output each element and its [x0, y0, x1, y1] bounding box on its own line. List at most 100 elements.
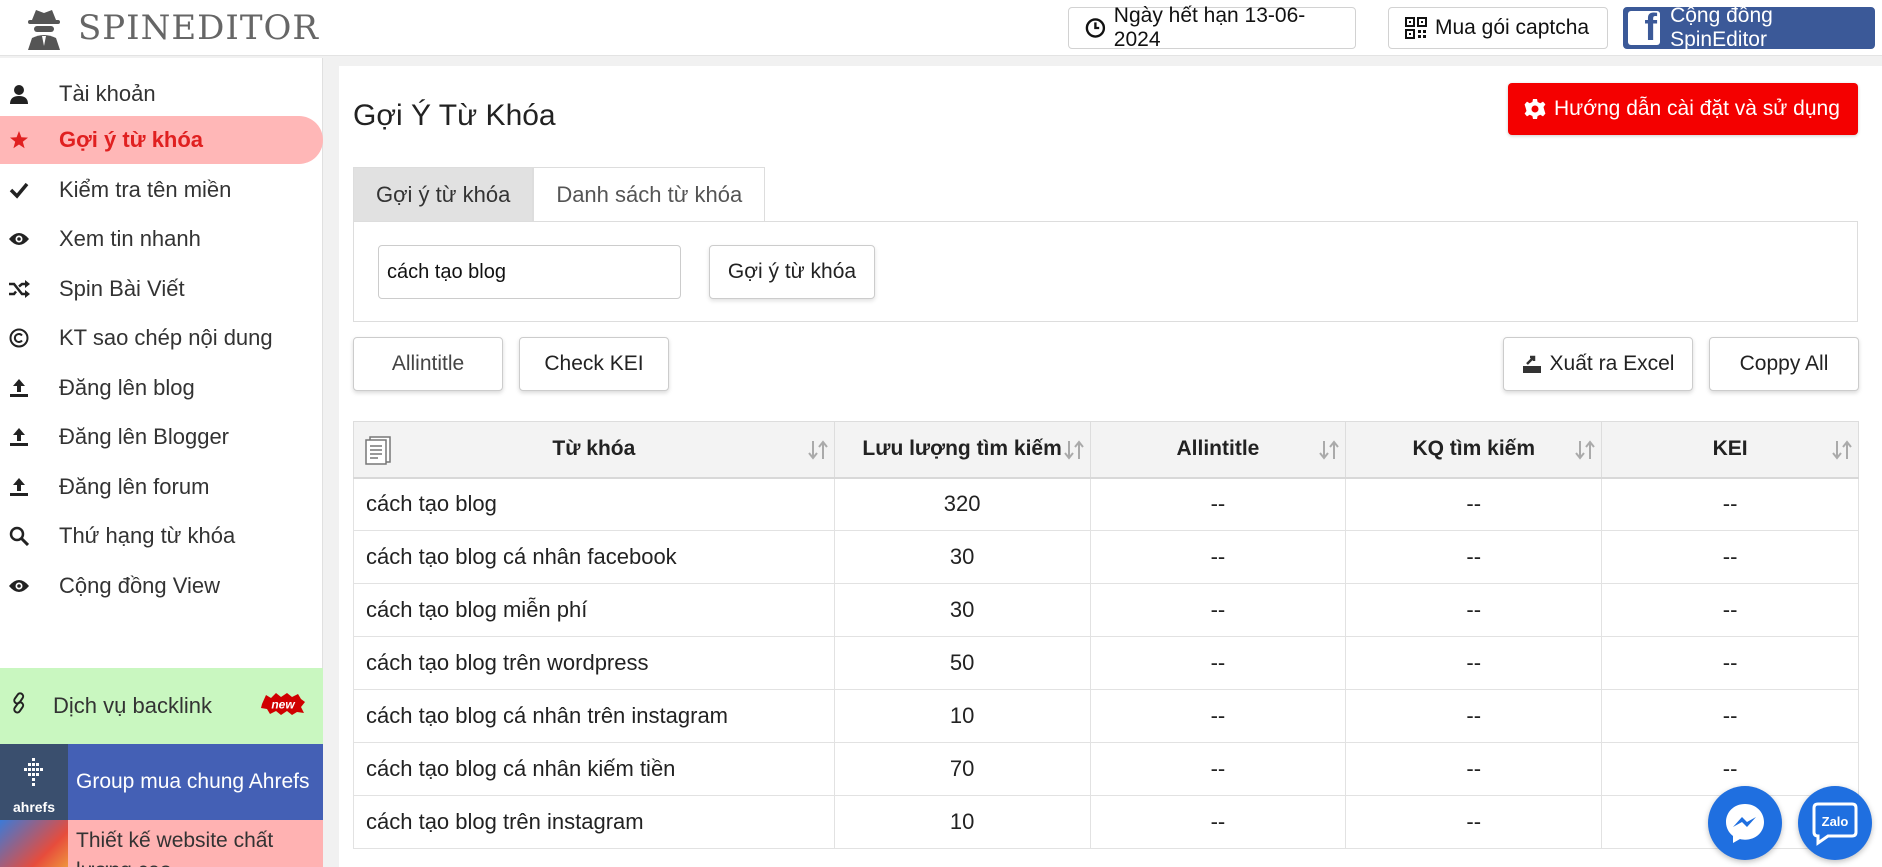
check-kei-button[interactable]: Check KEI: [519, 337, 669, 391]
facebook-icon: f: [1628, 11, 1661, 45]
cell-kei: --: [1601, 689, 1859, 743]
upload-icon: [8, 426, 30, 448]
svg-text:new: new: [271, 698, 295, 712]
table-header-row: Từ khóa Lưu lượng tìm kiếm Allintitle KQ…: [353, 421, 1859, 479]
sidebar-item-quick-news[interactable]: Xem tin nhanh: [0, 215, 323, 263]
cell-kei: --: [1601, 636, 1859, 690]
cell-keyword: cách tạo blog miễn phí: [353, 583, 835, 637]
main-panel: Gợi Ý Từ Khóa Hướng dẫn cài đặt và sử dụ…: [339, 66, 1882, 867]
tab-keyword-suggest[interactable]: Gợi ý từ khóa: [353, 167, 534, 221]
expire-date-button[interactable]: Ngày hết hạn 13-06-2024: [1068, 4, 1356, 51]
table-row[interactable]: cách tạo blog trên instagram10------: [353, 795, 1859, 849]
ahrefs-group-banner[interactable]: ahrefs Group mua chung Ahrefs: [0, 744, 323, 820]
zalo-chat-button[interactable]: Zalo: [1798, 786, 1872, 860]
suggest-keyword-button[interactable]: Gợi ý từ khóa: [709, 245, 875, 299]
community-button[interactable]: f Cộng đồng SpinEditor: [1623, 4, 1875, 51]
cell-keyword: cách tạo blog trên instagram: [353, 795, 835, 849]
keyword-input[interactable]: [378, 245, 681, 299]
table-row[interactable]: cách tạo blog cá nhân kiếm tiền 70 -- -- --: [353, 742, 1859, 796]
brand-name: SPINEDITOR: [78, 8, 320, 48]
table-row[interactable]: cách tạo blog cá nhân trên instagram 10 --…: [353, 689, 1859, 743]
sidebar-item-post-forum[interactable]: Đăng lên forum: [0, 463, 323, 511]
cell-allintitle: --: [1089, 795, 1347, 849]
sort-icon[interactable]: [1063, 439, 1084, 461]
cell-keyword: cách tạo blog cá nhân trên instagram: [353, 689, 835, 743]
tab-keyword-list[interactable]: Danh sách từ khóa: [533, 167, 766, 221]
copy-all-button[interactable]: Coppy All: [1709, 337, 1859, 391]
sidebar-item-account[interactable]: Tài khoản: [0, 70, 323, 118]
sort-icon[interactable]: [1575, 439, 1595, 461]
cell-search-results: --: [1345, 636, 1603, 690]
cell-keyword: cách tạo blog cá nhân facebook: [353, 530, 835, 584]
sort-icon[interactable]: [1832, 439, 1852, 461]
column-header-search-volume[interactable]: Lưu lượng tìm kiếm: [833, 421, 1091, 479]
column-header-kei[interactable]: KEI: [1601, 421, 1859, 479]
clock-icon: [1085, 18, 1106, 38]
ahrefs-logo: ahrefs: [0, 744, 68, 820]
cell-search-results: --: [1345, 583, 1603, 637]
export-excel-label: Xuất ra Excel: [1549, 352, 1675, 375]
svg-text:ahrefs: ahrefs: [13, 799, 55, 815]
table-row[interactable]: cách tạo blog cá nhân facebook 30 -- -- --: [353, 530, 1859, 584]
website-design-banner[interactable]: Thiết kế website chất lượng cao: [0, 820, 323, 867]
cell-allintitle: --: [1089, 530, 1347, 584]
sidebar-item-keyword-rank[interactable]: Thứ hạng từ khóa: [0, 512, 323, 560]
cell-search-volume: 10: [833, 795, 1091, 849]
column-header-allintitle[interactable]: Allintitle: [1089, 421, 1347, 479]
sidebar-item-spin-article[interactable]: Spin Bài Viết: [0, 265, 323, 313]
keyword-table: Từ khóa Lưu lượng tìm kiếm Allintitle KQ…: [353, 421, 1859, 849]
cell-keyword: cách tạo blog: [353, 477, 835, 531]
sidebar-item-label: Tài khoản: [59, 81, 156, 106]
cell-search-volume: 30: [833, 530, 1091, 584]
table-body: cách tạo blog 320 -- -- -- cách tạo blog cá n…: [353, 477, 1859, 849]
sort-icon[interactable]: [1319, 439, 1340, 461]
sidebar-item-label: Đăng lên blog: [59, 375, 195, 400]
cell-search-volume: 320: [833, 477, 1091, 531]
table-row[interactable]: cách tạo blog 320 -- -- --: [353, 477, 1859, 531]
table-row[interactable]: cách tạo blog trên wordpress 50 -- -- --: [353, 636, 1859, 690]
column-header-keyword[interactable]: Từ khóa: [353, 421, 835, 479]
cell-allintitle: --: [1089, 742, 1347, 796]
page-title: Gợi Ý Từ Khóa: [353, 99, 556, 132]
sidebar: Tài khoản Gợi ý từ khóa Kiểm tra tên miề…: [0, 58, 323, 867]
messenger-chat-button[interactable]: [1708, 786, 1782, 860]
cell-allintitle: --: [1089, 636, 1347, 690]
sidebar-item-copy-check[interactable]: KT sao chép nội dung: [0, 314, 323, 362]
sidebar-item-label: Kiểm tra tên miền: [59, 177, 232, 202]
export-excel-button[interactable]: Xuất ra Excel: [1503, 337, 1693, 391]
copyright-icon: [8, 327, 30, 349]
sidebar-item-backlink[interactable]: Dịch vụ backlink new: [0, 668, 323, 744]
cell-search-volume: 10: [833, 689, 1091, 743]
sidebar-item-post-blog[interactable]: Đăng lên blog: [0, 364, 323, 412]
tab-bar: Gợi ý từ khóa Danh sách từ khóa: [353, 167, 766, 221]
table-row[interactable]: cách tạo blog miễn phí 30 -- -- --: [353, 583, 1859, 637]
allintitle-button[interactable]: Allintitle: [353, 337, 503, 391]
sidebar-item-community-view[interactable]: Cộng đồng View: [0, 562, 323, 610]
sidebar-item-label: Gợi ý từ khóa: [59, 127, 204, 152]
messenger-icon: [1726, 804, 1764, 843]
star-icon: [8, 129, 30, 151]
sidebar-item-post-blogger[interactable]: Đăng lên Blogger: [0, 413, 323, 461]
help-guide-button[interactable]: Hướng dẫn cài đặt và sử dụng: [1508, 83, 1858, 135]
sidebar-item-domain-check[interactable]: Kiểm tra tên miền: [0, 166, 323, 214]
logo[interactable]: SPINEDITOR: [24, 4, 319, 52]
sidebar-item-label: Spin Bài Viết: [59, 276, 185, 301]
cell-allintitle: --: [1089, 689, 1347, 743]
export-icon: [1522, 355, 1541, 373]
shuffle-icon: [8, 278, 30, 300]
cell-search-volume: 30: [833, 583, 1091, 637]
cell-keyword: cách tạo blog trên wordpress: [353, 636, 835, 690]
sort-icon[interactable]: [807, 439, 828, 461]
eye-icon: [8, 228, 30, 250]
column-toggle-icon[interactable]: [364, 435, 394, 465]
sidebar-item-keyword-suggest[interactable]: Gợi ý từ khóa: [0, 116, 323, 164]
column-header-search-results[interactable]: KQ tìm kiếm: [1345, 421, 1603, 479]
upload-icon: [8, 476, 30, 498]
new-badge: new: [261, 693, 305, 715]
check-icon: [8, 179, 30, 201]
cell-allintitle: --: [1089, 477, 1347, 531]
ahrefs-group-label: Group mua chung Ahrefs: [76, 770, 310, 793]
cell-search-results: --: [1345, 530, 1603, 584]
cell-kei: --: [1601, 477, 1859, 531]
buy-captcha-button[interactable]: Mua gói captcha: [1388, 7, 1608, 49]
